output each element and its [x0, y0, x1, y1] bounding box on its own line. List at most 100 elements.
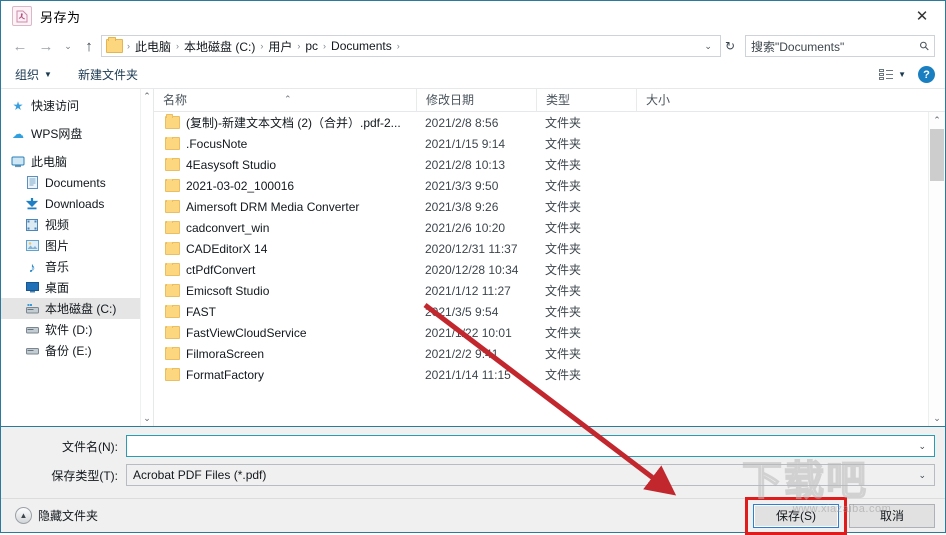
view-mode-button[interactable]: ▼ [879, 68, 906, 81]
sidebar-scrollbar[interactable]: ⌃ ⌄ [140, 89, 153, 426]
scroll-down-icon[interactable]: ⌄ [929, 410, 945, 426]
file-name-label: ctPdfConvert [186, 262, 256, 277]
column-header-size[interactable]: 大小 [636, 89, 714, 111]
folder-icon [165, 367, 180, 381]
file-name-label: 2021-03-02_100016 [186, 178, 295, 193]
filetype-select[interactable]: Acrobat PDF Files (*.pdf) ⌄ [126, 464, 935, 486]
column-header-name[interactable]: 名称 ⌃ [154, 89, 416, 111]
sidebar-item-videos[interactable]: 视频 [1, 214, 153, 235]
breadcrumb-item-0[interactable]: 此电脑 [132, 38, 174, 55]
refresh-icon[interactable]: ↻ [721, 39, 739, 53]
forward-icon[interactable]: → [33, 34, 59, 58]
command-toolbar: 组织 ▼ 新建文件夹 ▼ ? [1, 61, 945, 89]
table-row[interactable]: FAST 2021/3/5 9:54 文件夹 [154, 301, 945, 322]
folder-icon [165, 157, 180, 171]
close-icon[interactable]: ✕ [899, 1, 945, 31]
file-name-cell: 4Easysoft Studio [154, 157, 416, 172]
address-dropdown-icon[interactable]: ⌄ [698, 41, 718, 52]
table-row[interactable]: FormatFactory 2021/1/14 11:15 文件夹 [154, 364, 945, 385]
sidebar-item-music[interactable]: ♪ 音乐 [1, 256, 153, 277]
star-icon: ★ [12, 98, 24, 113]
sidebar-item-local-disk-c[interactable]: 本地磁盘 (C:) [1, 298, 153, 319]
sidebar-item-documents[interactable]: Documents [1, 172, 153, 193]
up-icon[interactable]: ↑ [77, 34, 101, 58]
file-rows: (复制)-新建文本文档 (2)（合并）.pdf-2... 2021/2/8 8:… [154, 112, 945, 426]
chevron-down-icon[interactable]: ⌄ [912, 470, 932, 481]
table-row[interactable]: 4Easysoft Studio 2021/2/8 10:13 文件夹 [154, 154, 945, 175]
documents-icon [23, 176, 41, 189]
downloads-icon [23, 197, 41, 210]
recent-locations-icon[interactable]: ⌄ [59, 34, 77, 58]
sidebar-item-pictures[interactable]: 图片 [1, 235, 153, 256]
hide-folders-button[interactable]: ▲ 隐藏文件夹 [15, 507, 98, 524]
file-name-label: FAST [186, 304, 217, 319]
desktop-icon [23, 282, 41, 293]
organize-button[interactable]: 组织 ▼ [15, 66, 52, 83]
table-row[interactable]: CADEditorX 14 2020/12/31 11:37 文件夹 [154, 238, 945, 259]
folder-icon [106, 37, 123, 53]
scroll-up-icon[interactable]: ⌃ [929, 112, 945, 128]
folder-icon [165, 136, 180, 150]
sidebar-item-downloads[interactable]: Downloads [1, 193, 153, 214]
folder-icon [165, 178, 180, 192]
address-bar: ← → ⌄ ↑ › 此电脑 › 本地磁盘 (C:) › 用户 › pc › Do… [1, 31, 945, 61]
scroll-down-icon[interactable]: ⌄ [143, 413, 151, 424]
chevron-down-icon[interactable]: ⌄ [912, 441, 932, 452]
sidebar-item-software-d[interactable]: 软件 (D:) [1, 319, 153, 340]
filename-input[interactable]: ⌄ [126, 435, 935, 457]
address-breadcrumb-box[interactable]: › 此电脑 › 本地磁盘 (C:) › 用户 › pc › Documents … [101, 35, 721, 57]
file-date-cell: 2021/2/2 9:41 [425, 346, 499, 361]
sidebar-item-this-pc[interactable]: 此电脑 [1, 151, 153, 172]
file-date-cell: 2021/1/12 11:27 [425, 283, 511, 298]
filename-row: 文件名(N): ⌄ [1, 434, 945, 458]
sidebar-item-wps-cloud[interactable]: ☁ WPS网盘 [1, 123, 153, 144]
table-row[interactable]: Emicsoft Studio 2021/1/12 11:27 文件夹 [154, 280, 945, 301]
sidebar-item-quick-access[interactable]: ★ 快速访问 [1, 95, 153, 116]
table-row[interactable]: 2021-03-02_100016 2021/3/3 9:50 文件夹 [154, 175, 945, 196]
table-row[interactable]: (复制)-新建文本文档 (2)（合并）.pdf-2... 2021/2/8 8:… [154, 112, 945, 133]
file-list-scrollbar[interactable]: ⌃ ⌄ [928, 112, 945, 426]
folder-icon [165, 241, 180, 255]
cancel-button[interactable]: 取消 [849, 503, 935, 528]
sidebar-item-desktop[interactable]: 桌面 [1, 277, 153, 298]
breadcrumb-item-1[interactable]: 本地磁盘 (C:) [181, 38, 258, 55]
pdf-icon [12, 6, 32, 26]
file-type-cell: 文件夹 [545, 200, 582, 214]
help-icon[interactable]: ? [918, 66, 935, 83]
file-date-cell: 2021/1/22 10:01 [425, 325, 512, 340]
file-date-cell: 2021/2/8 8:56 [425, 115, 499, 130]
new-folder-button[interactable]: 新建文件夹 [78, 66, 138, 83]
column-header-date[interactable]: 修改日期 [416, 89, 536, 111]
file-date-cell: 2020/12/28 10:34 [425, 262, 519, 277]
sidebar-item-backup-e[interactable]: 备份 (E:) [1, 340, 153, 361]
breadcrumb-item-4[interactable]: Documents [328, 39, 395, 53]
scroll-up-icon[interactable]: ⌃ [143, 91, 151, 102]
table-row[interactable]: Aimersoft DRM Media Converter 2021/3/8 9… [154, 196, 945, 217]
sidebar-item-label: 快速访问 [31, 99, 80, 113]
cloud-icon: ☁ [12, 126, 24, 141]
save-button[interactable]: 保存(S) [753, 503, 839, 528]
disk-icon [23, 325, 41, 334]
file-date-cell: 2021/3/8 9:26 [425, 199, 499, 214]
file-name-cell: (复制)-新建文本文档 (2)（合并）.pdf-2... [154, 114, 416, 131]
file-date-cell: 2020/12/31 11:37 [425, 241, 518, 256]
table-row[interactable]: .FocusNote 2021/1/15 9:14 文件夹 [154, 133, 945, 154]
filename-label: 文件名(N): [62, 439, 118, 454]
column-header-type[interactable]: 类型 [536, 89, 636, 111]
breadcrumb-item-3[interactable]: pc [302, 39, 321, 53]
table-row[interactable]: cadconvert_win 2021/2/6 10:20 文件夹 [154, 217, 945, 238]
search-box[interactable]: 搜索"Documents" ⚲ [745, 35, 935, 57]
navigation-pane: ★ 快速访问 ☁ WPS网盘 此电脑 Documents Downloads 视… [1, 89, 153, 426]
table-row[interactable]: ctPdfConvert 2020/12/28 10:34 文件夹 [154, 259, 945, 280]
title-bar: 另存为 ✕ [1, 1, 945, 31]
search-input[interactable]: 搜索"Documents" [751, 38, 920, 55]
disk-icon [23, 346, 41, 355]
back-icon[interactable]: ← [7, 34, 33, 58]
scrollbar-thumb[interactable] [930, 129, 944, 181]
table-row[interactable]: FilmoraScreen 2021/2/2 9:41 文件夹 [154, 343, 945, 364]
table-row[interactable]: FastViewCloudService 2021/1/22 10:01 文件夹 [154, 322, 945, 343]
sidebar-item-label: Documents [45, 175, 106, 190]
file-type-cell: 文件夹 [545, 137, 582, 151]
breadcrumb-item-2[interactable]: 用户 [265, 38, 295, 55]
